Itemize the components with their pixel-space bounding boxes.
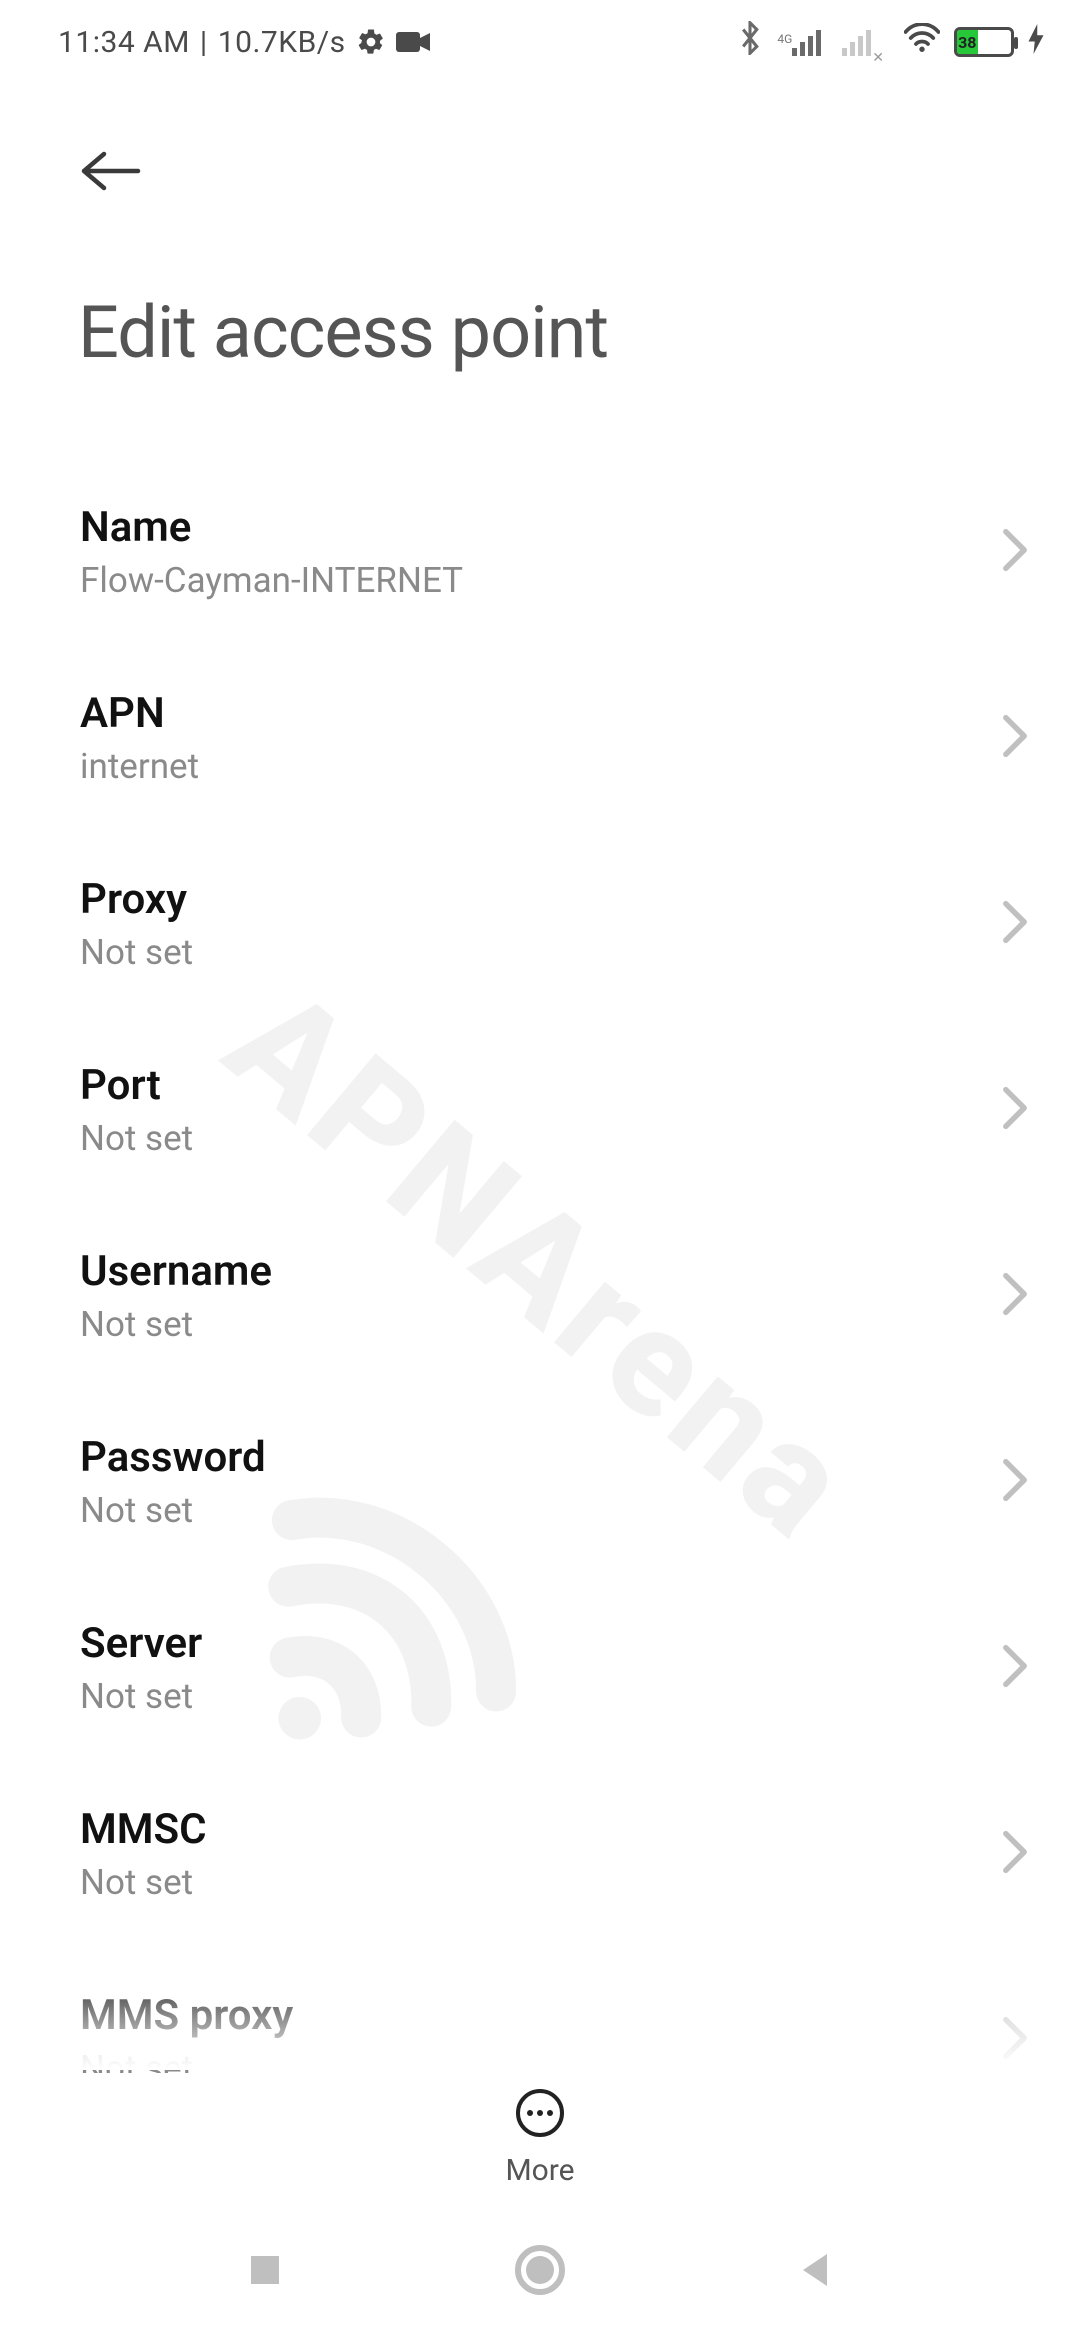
setting-title: Proxy: [80, 875, 1002, 924]
setting-value: internet: [80, 746, 1002, 787]
setting-title: MMSC: [80, 1805, 1002, 1854]
setting-title: MMS proxy: [80, 1991, 1002, 2040]
more-icon: [514, 2087, 566, 2143]
chevron-right-icon: [1002, 900, 1028, 948]
setting-title: Server: [80, 1619, 1002, 1668]
chevron-right-icon: [1002, 1272, 1028, 1320]
status-netspeed: 10.7KB/s: [218, 25, 346, 60]
charging-icon: [1028, 24, 1044, 60]
setting-title: Port: [80, 1061, 1002, 1110]
setting-server[interactable]: Server Not set: [0, 1575, 1080, 1761]
signal-sim1-icon: 4G: [777, 28, 828, 56]
nav-back-button[interactable]: [793, 2248, 837, 2296]
system-nav-bar: [0, 2204, 1080, 2340]
setting-value: Not set: [80, 1862, 1002, 1903]
status-time: 11:34 AM: [58, 25, 190, 60]
bluetooth-icon: [737, 21, 763, 63]
battery-icon: 38: [954, 27, 1014, 57]
nav-recent-button[interactable]: [243, 2248, 287, 2296]
setting-value: Not set: [80, 1676, 1002, 1717]
page-title: Edit access point: [0, 208, 1080, 405]
chevron-right-icon: [1002, 528, 1028, 576]
chevron-right-icon: [1002, 1458, 1028, 1506]
status-sep: |: [200, 25, 208, 60]
chevron-right-icon: [1002, 714, 1028, 762]
chevron-right-icon: [1002, 2016, 1028, 2064]
more-label: More: [505, 2153, 574, 2188]
chevron-right-icon: [1002, 1086, 1028, 1134]
nav-home-button[interactable]: [512, 2242, 568, 2302]
settings-list: Name Flow-Cayman-INTERNET APN internet P…: [0, 405, 1080, 2133]
setting-value: Not set: [80, 932, 1002, 973]
setting-port[interactable]: Port Not set: [0, 1017, 1080, 1203]
chevron-right-icon: [1002, 1830, 1028, 1878]
setting-title: Password: [80, 1433, 1002, 1482]
setting-mmsc[interactable]: MMSC Not set: [0, 1761, 1080, 1947]
setting-value: Not set: [80, 1118, 1002, 1159]
setting-value: Not set: [80, 1304, 1002, 1345]
gear-icon: [356, 27, 386, 57]
setting-title: Username: [80, 1247, 1002, 1296]
status-bar: 11:34 AM | 10.7KB/s 4G ✕ 38: [0, 0, 1080, 84]
setting-password[interactable]: Password Not set: [0, 1389, 1080, 1575]
chevron-right-icon: [1002, 1644, 1028, 1692]
signal-sim2-icon: ✕: [842, 28, 890, 56]
back-button[interactable]: [78, 138, 144, 208]
setting-title: APN: [80, 689, 1002, 738]
setting-proxy[interactable]: Proxy Not set: [0, 831, 1080, 1017]
setting-title: Name: [80, 503, 1002, 552]
setting-username[interactable]: Username Not set: [0, 1203, 1080, 1389]
setting-value: Not set: [80, 1490, 1002, 1531]
battery-percentage: 38: [957, 30, 978, 54]
camera-icon: [396, 30, 430, 54]
setting-name[interactable]: Name Flow-Cayman-INTERNET: [0, 459, 1080, 645]
wifi-icon: [904, 23, 940, 61]
bottom-toolbar: More: [0, 2073, 1080, 2188]
more-button[interactable]: More: [505, 2087, 574, 2188]
setting-apn[interactable]: APN internet: [0, 645, 1080, 831]
setting-value: Flow-Cayman-INTERNET: [80, 560, 1002, 601]
